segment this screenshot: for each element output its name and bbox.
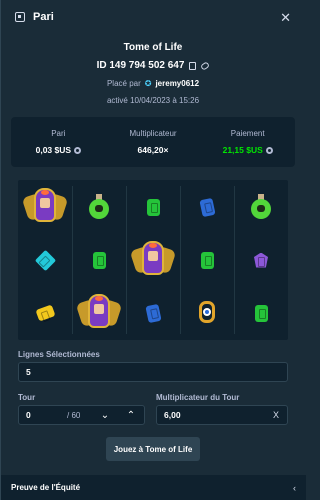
slot-cell xyxy=(184,290,230,336)
slot-board xyxy=(18,180,288,340)
gem-blue-symbol-icon xyxy=(198,197,216,217)
stat-payout-value-row: 21,15 $US xyxy=(200,145,295,155)
bet-id: ID 149 794 502 647 xyxy=(96,60,185,71)
slot-cell xyxy=(76,237,122,283)
provably-fair-bar[interactable]: Preuve de l'Équité ‹ xyxy=(1,475,306,500)
column-divider xyxy=(126,186,127,334)
lines-label: Lignes Sélectionnées xyxy=(18,350,100,359)
placed-by-label: Placé par xyxy=(106,79,141,88)
currency-icon xyxy=(74,146,82,154)
slot-cell xyxy=(76,184,122,230)
bet-detail-modal: Pari ✕ Tome of Life ID 149 794 502 647 P… xyxy=(0,0,306,500)
gem-yellow-symbol-icon xyxy=(34,304,56,322)
receipt-icon xyxy=(15,12,25,22)
pharaoh-symbol-icon xyxy=(75,293,123,333)
slot-cell xyxy=(75,290,123,336)
modal-title: Pari xyxy=(33,11,54,23)
pharaoh-symbol-icon xyxy=(129,240,177,280)
round-multiplier-field[interactable]: 6,00 xyxy=(156,405,288,425)
provably-fair-label: Preuve de l'Équité xyxy=(11,483,81,492)
stat-payout-value: 21,15 $US xyxy=(222,145,263,155)
gem-blue-symbol-icon xyxy=(144,303,162,323)
round-multiplier-label: Multiplicateur du Tour xyxy=(156,393,240,402)
link-icon[interactable] xyxy=(200,60,211,71)
stat-payout: Paiement 21,15 $US xyxy=(200,129,295,155)
slot-cell xyxy=(22,290,68,336)
bet-stats: Pari 0,03 $US Multiplicateur 646,20× Pai… xyxy=(11,117,295,167)
gem-green-symbol-icon xyxy=(146,198,160,216)
column-divider xyxy=(180,186,181,334)
lines-field[interactable]: 5 xyxy=(18,362,288,382)
modal-header: Pari ✕ xyxy=(1,0,305,34)
play-game-button[interactable]: Jouez à Tome of Life xyxy=(106,437,200,461)
stat-multiplier-label: Multiplicateur xyxy=(129,129,177,138)
potion-symbol-icon xyxy=(88,194,110,220)
gem-green-symbol-icon xyxy=(92,251,106,269)
gem-cyan-symbol-icon xyxy=(34,249,56,271)
pharaoh-symbol-icon xyxy=(21,187,69,227)
amulet-symbol-icon xyxy=(197,301,217,325)
gem-green-symbol-icon xyxy=(200,251,214,269)
stat-payout-label: Paiement xyxy=(230,129,265,138)
potion-symbol-icon xyxy=(250,194,272,220)
gem-green-symbol-icon xyxy=(254,304,268,322)
slot-cell xyxy=(184,237,230,283)
slot-cell xyxy=(22,237,68,283)
stat-multiplier: Multiplicateur 646,20× xyxy=(106,129,201,155)
stat-bet: Pari 0,03 $US xyxy=(11,129,106,155)
slot-cell xyxy=(238,184,284,230)
stat-multiplier-value: 646,20× xyxy=(137,145,169,155)
column-divider xyxy=(234,186,235,334)
round-increment-button[interactable]: ⌃ xyxy=(119,406,143,424)
vip-star-icon: ✪ xyxy=(144,79,152,88)
game-name[interactable]: Tome of Life xyxy=(1,42,305,53)
column-divider xyxy=(72,186,73,334)
slot-cell xyxy=(238,237,284,283)
slot-cell xyxy=(129,237,177,283)
round-label: Tour xyxy=(18,393,36,402)
chevron-left-icon: ‹ xyxy=(293,482,296,493)
username-link[interactable]: jeremy0612 xyxy=(155,79,199,88)
slot-cell xyxy=(130,184,176,230)
round-decrement-button[interactable]: ⌄ xyxy=(93,406,117,424)
activation-date: activé 10/04/2023 à 15:26 xyxy=(106,96,200,105)
stat-bet-value-row: 0,03 $US xyxy=(11,145,106,155)
clear-icon[interactable]: X xyxy=(273,410,279,420)
stat-bet-value: 0,03 $US xyxy=(35,145,72,155)
placed-by-row: Placé par ✪ jeremy0612 xyxy=(1,79,305,88)
currency-icon xyxy=(265,146,273,154)
slot-cell xyxy=(21,184,69,230)
slot-cell xyxy=(184,184,230,230)
close-icon[interactable]: ✕ xyxy=(280,11,291,24)
gem-purple-symbol-icon xyxy=(254,252,268,268)
stat-bet-label: Pari xyxy=(51,129,66,138)
bet-id-row: ID 149 794 502 647 xyxy=(1,60,305,71)
copy-icon[interactable] xyxy=(189,61,197,70)
round-total: / 60 xyxy=(67,411,81,420)
slot-cell xyxy=(130,290,176,336)
slot-cell xyxy=(238,290,284,336)
